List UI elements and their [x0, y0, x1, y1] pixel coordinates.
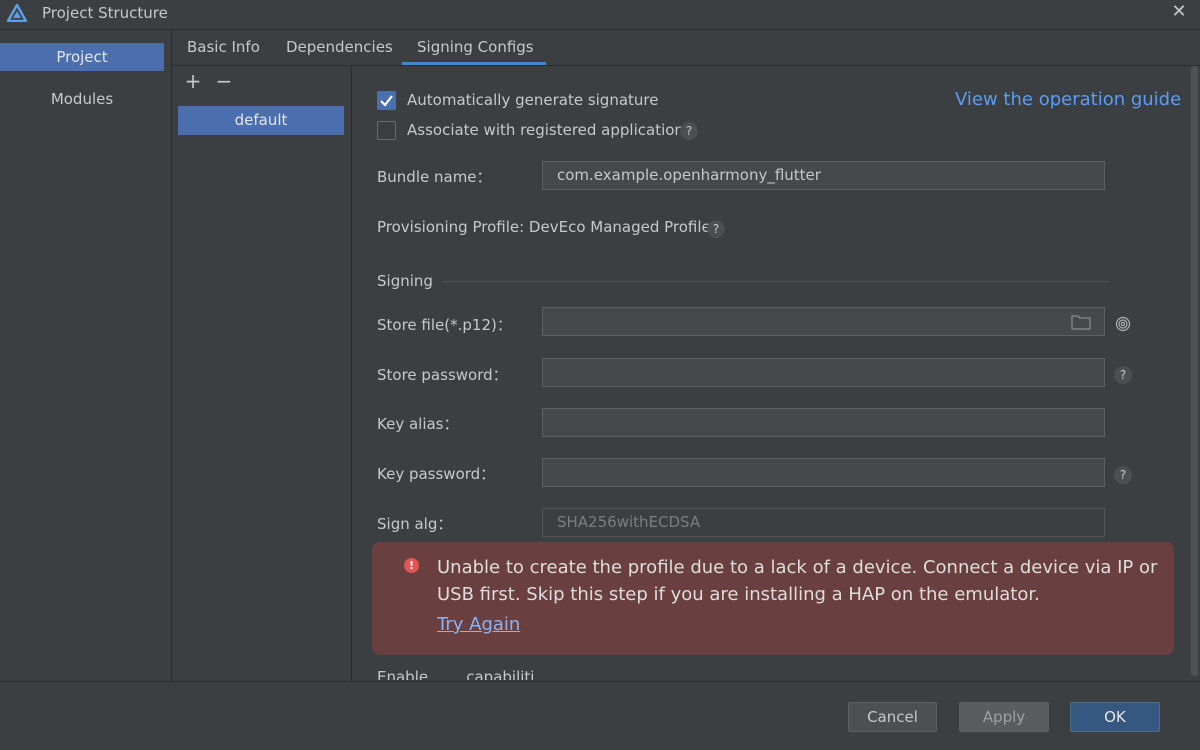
apply-button[interactable]: Apply	[959, 702, 1049, 732]
store-file-field[interactable]	[542, 307, 1105, 336]
sidebar-item-project[interactable]: Project	[0, 43, 164, 71]
help-icon[interactable]: ?	[707, 220, 725, 238]
close-icon[interactable]: ✕	[1168, 1, 1190, 23]
sidebar: Project Modules	[0, 30, 172, 681]
signing-section-title: Signing	[377, 272, 433, 290]
key-alias-label: Key alias：	[377, 415, 459, 433]
tab-basic-info[interactable]: Basic Info	[187, 38, 260, 64]
auto-sign-label: Automatically generate signature	[407, 91, 659, 109]
fingerprint-icon[interactable]	[1115, 316, 1131, 332]
store-file-label: Store file(*.p12)：	[377, 316, 512, 334]
associate-app-checkbox[interactable]	[377, 121, 396, 140]
store-password-field[interactable]	[542, 358, 1105, 387]
signing-divider	[442, 281, 1109, 282]
add-icon[interactable]: +	[183, 70, 203, 92]
help-icon[interactable]: ?	[680, 122, 698, 140]
sign-alg-field: SHA256withECDSA	[542, 508, 1105, 537]
ok-button[interactable]: OK	[1070, 702, 1160, 732]
help-icon[interactable]: ?	[1114, 466, 1132, 484]
associate-app-label: Associate with registered application	[407, 121, 684, 139]
sign-alg-label: Sign alg：	[377, 515, 453, 533]
footer-divider	[0, 681, 1200, 682]
cancel-button[interactable]: Cancel	[848, 702, 937, 732]
key-password-label: Key password：	[377, 465, 496, 483]
error-icon: !	[404, 558, 419, 573]
tab-dependencies[interactable]: Dependencies	[286, 38, 393, 64]
window-title: Project Structure	[42, 4, 168, 22]
config-item-default[interactable]: default	[178, 106, 344, 135]
checkmark-icon	[380, 95, 393, 107]
tab-signing-configs[interactable]: Signing Configs	[417, 38, 534, 64]
store-password-label: Store password：	[377, 366, 508, 384]
error-message: Unable to create the profile due to a la…	[437, 557, 1158, 605]
title-bar	[0, 0, 1200, 30]
help-icon[interactable]: ?	[1114, 366, 1132, 384]
folder-icon[interactable]	[1071, 314, 1091, 330]
remove-icon[interactable]: −	[214, 70, 234, 92]
scrollbar[interactable]	[1191, 66, 1198, 676]
sidebar-item-modules[interactable]: Modules	[0, 85, 164, 113]
auto-sign-checkbox[interactable]	[377, 91, 396, 110]
provisioning-profile-label: Provisioning Profile: DevEco Managed Pro…	[377, 218, 711, 236]
config-list-panel	[172, 66, 352, 681]
app-logo-icon	[7, 4, 27, 22]
operation-guide-link[interactable]: View the operation guide	[955, 89, 1181, 110]
key-alias-field[interactable]	[542, 408, 1105, 437]
capabilities-label: Enable ...... capabiliti	[377, 668, 535, 680]
bundle-name-field[interactable]: com.example.openharmony_flutter	[542, 161, 1105, 190]
key-password-field[interactable]	[542, 458, 1105, 487]
bundle-name-label: Bundle name：	[377, 168, 492, 186]
try-again-link[interactable]: Try Again	[437, 614, 520, 635]
